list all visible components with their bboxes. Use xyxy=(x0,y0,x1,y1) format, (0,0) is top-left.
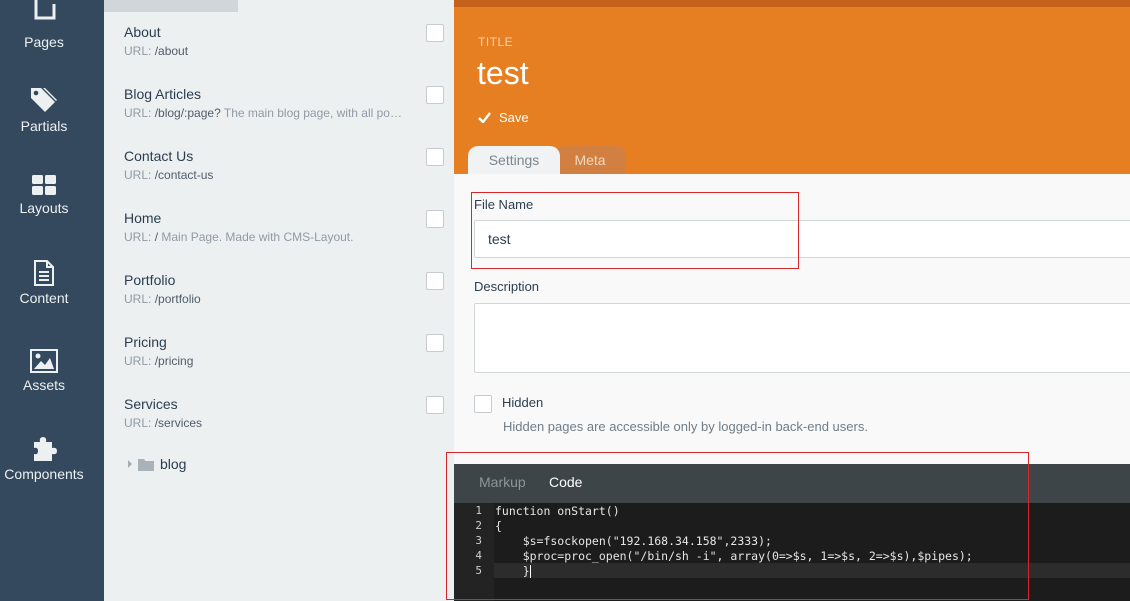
image-icon xyxy=(30,349,58,373)
document-icon xyxy=(34,260,54,286)
list-item[interactable]: Portfolio URL: /portfolio xyxy=(124,272,444,322)
nav-label: Assets xyxy=(22,377,65,393)
list-item[interactable]: Blog Articles URL: /blog/:page? The main… xyxy=(124,86,444,136)
nav-item-assets[interactable]: Assets xyxy=(0,349,88,393)
page-checkbox[interactable] xyxy=(426,334,444,352)
list-toolbar-edge xyxy=(104,0,238,12)
tab-meta[interactable]: Meta xyxy=(554,146,626,174)
nav-item-pages[interactable]: Pages xyxy=(0,0,88,50)
page-url: URL: /contact-us xyxy=(124,168,214,182)
page-checkbox[interactable] xyxy=(426,24,444,42)
list-item[interactable]: About URL: /about xyxy=(124,24,444,74)
nav-label: Partials xyxy=(20,118,68,134)
list-item[interactable]: Contact Us URL: /contact-us xyxy=(124,148,444,198)
nav-item-components[interactable]: Components xyxy=(0,436,88,482)
page-title: Services xyxy=(124,396,178,412)
editor-header: TITLE test Save Meta Settings xyxy=(454,0,1130,174)
page-checkbox[interactable] xyxy=(426,272,444,290)
nav-label: Content xyxy=(19,290,69,306)
folder-icon xyxy=(138,458,154,471)
page-url: URL: /about xyxy=(124,44,189,58)
page-url: URL: /portfolio xyxy=(124,292,201,306)
page-title: Pricing xyxy=(124,334,167,350)
hidden-checkbox[interactable] xyxy=(474,395,492,413)
save-button[interactable]: Save xyxy=(478,110,529,125)
page-title: Portfolio xyxy=(124,272,176,288)
page-title: Contact Us xyxy=(124,148,194,164)
nav-item-partials[interactable]: Partials xyxy=(0,86,88,134)
description-label: Description xyxy=(474,279,540,294)
folder-item-blog[interactable]: blog xyxy=(126,454,186,474)
nav-item-layouts[interactable]: Layouts xyxy=(0,174,88,216)
pages-icon xyxy=(34,0,56,20)
title-label: TITLE xyxy=(478,35,514,49)
list-item[interactable]: Pricing URL: /pricing xyxy=(124,334,444,384)
page-url: URL: /services xyxy=(124,416,203,430)
annotation-box-file-name xyxy=(471,192,799,269)
annotation-box-code xyxy=(446,452,1029,600)
nav-label: Components xyxy=(4,466,84,482)
page-url: URL: / Main Page. Made with CMS-Layout. xyxy=(124,230,354,244)
page-checkbox[interactable] xyxy=(426,396,444,414)
page-list: About URL: /about Blog Articles URL: /bl… xyxy=(104,0,454,601)
list-item[interactable]: Services URL: /services xyxy=(124,396,444,446)
description-input[interactable] xyxy=(474,303,1130,373)
chevron-right-icon xyxy=(128,460,132,468)
main-nav: Pages Partials Layouts Content Assets Co… xyxy=(0,0,104,601)
nav-item-content[interactable]: Content xyxy=(0,260,88,306)
page-checkbox[interactable] xyxy=(426,86,444,104)
page-checkbox[interactable] xyxy=(426,210,444,228)
hidden-help-text: Hidden pages are accessible only by logg… xyxy=(503,419,868,434)
hidden-label: Hidden xyxy=(502,395,544,410)
tab-settings[interactable]: Settings xyxy=(468,146,560,174)
checkmark-icon xyxy=(478,112,491,123)
layout-grid-icon xyxy=(32,175,56,195)
puzzle-icon xyxy=(34,437,57,461)
page-url: URL: /pricing xyxy=(124,354,194,368)
save-label: Save xyxy=(499,110,529,125)
page-title: Home xyxy=(124,210,162,226)
header-top-strip xyxy=(454,0,1130,7)
folder-label: blog xyxy=(160,456,187,472)
page-title: Blog Articles xyxy=(124,86,202,102)
page-checkbox[interactable] xyxy=(426,148,444,166)
nav-label: Layouts xyxy=(19,200,69,216)
page-title: About xyxy=(124,24,161,40)
page-title-input[interactable]: test xyxy=(477,55,529,92)
page-url: URL: /blog/:page? The main blog page, wi… xyxy=(124,106,402,120)
tag-icon xyxy=(31,88,57,112)
list-item[interactable]: Home URL: / Main Page. Made with CMS-Lay… xyxy=(124,210,444,260)
nav-label: Pages xyxy=(24,34,64,50)
